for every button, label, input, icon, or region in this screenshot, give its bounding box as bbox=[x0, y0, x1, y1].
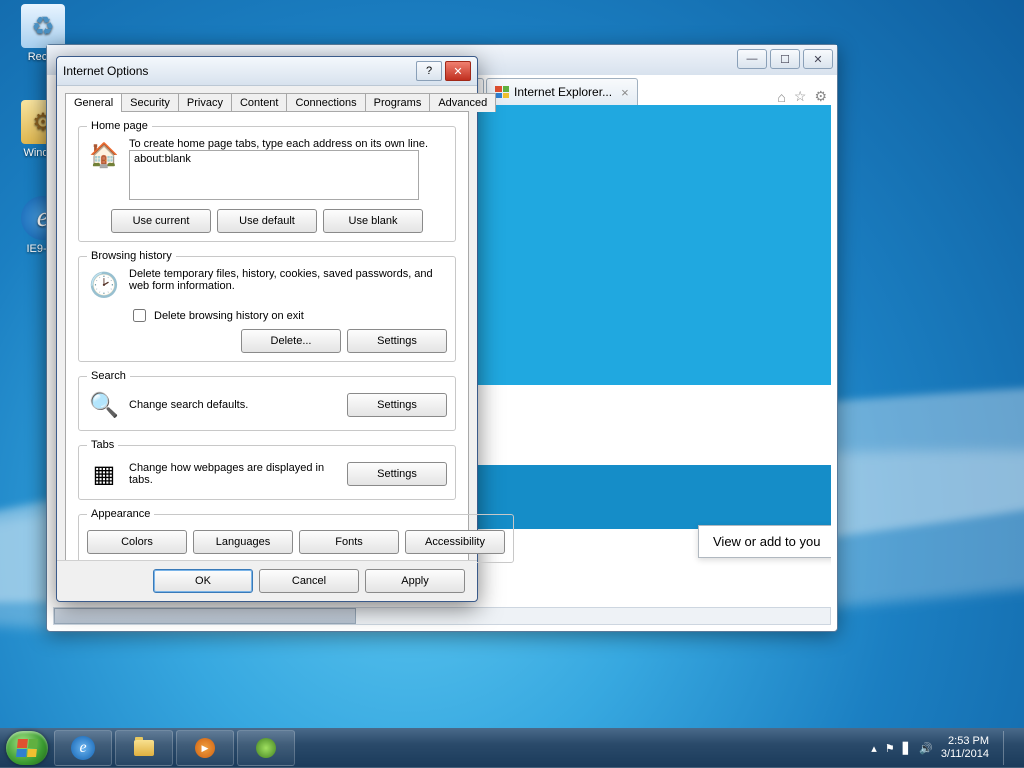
battery-icon[interactable]: ▋ bbox=[903, 742, 911, 755]
recycle-bin-icon bbox=[21, 4, 65, 48]
callout-view-add[interactable]: View or add to you bbox=[698, 525, 831, 558]
windows-logo-icon bbox=[16, 739, 38, 757]
legend-appearance: Appearance bbox=[87, 508, 154, 520]
group-appearance: Appearance Colors Languages Fonts Access… bbox=[78, 508, 514, 563]
taskbar-explorer[interactable] bbox=[115, 730, 173, 766]
start-button[interactable] bbox=[6, 731, 48, 765]
history-settings-button[interactable]: Settings bbox=[347, 329, 447, 353]
history-hint: Delete temporary files, history, cookies… bbox=[129, 268, 447, 292]
volume-icon[interactable]: 🔊 bbox=[919, 742, 933, 755]
tab-close-icon[interactable]: × bbox=[621, 85, 629, 100]
tab-privacy[interactable]: Privacy bbox=[178, 93, 232, 112]
home-page-hint: To create home page tabs, type each addr… bbox=[129, 138, 447, 150]
use-current-button[interactable]: Use current bbox=[111, 209, 211, 233]
dialog-titlebar[interactable]: Internet Options ? ✕ bbox=[57, 57, 477, 86]
home-icon[interactable]: ⌂ bbox=[777, 89, 785, 105]
delete-history-button[interactable]: Delete... bbox=[241, 329, 341, 353]
tab-security[interactable]: Security bbox=[121, 93, 179, 112]
tray-chevron-icon[interactable]: ▴ bbox=[871, 742, 877, 755]
use-default-button[interactable]: Use default bbox=[217, 209, 317, 233]
delete-on-exit-checkbox[interactable]: Delete browsing history on exit bbox=[129, 306, 447, 325]
tab-label: Internet Explorer... bbox=[514, 85, 612, 99]
group-search: Search 🔍 Change search defaults. Setting… bbox=[78, 370, 456, 431]
media-player-icon bbox=[195, 738, 215, 758]
horizontal-scrollbar[interactable] bbox=[53, 607, 831, 625]
group-home-page: Home page 🏠 To create home page tabs, ty… bbox=[78, 120, 456, 242]
tab-connections[interactable]: Connections bbox=[286, 93, 365, 112]
ok-button[interactable]: OK bbox=[153, 569, 253, 593]
tab-general[interactable]: General bbox=[65, 93, 122, 112]
legend-tabs: Tabs bbox=[87, 439, 118, 451]
close-button[interactable]: ✕ bbox=[445, 61, 471, 81]
tabs-hint: Change how webpages are displayed in tab… bbox=[129, 462, 339, 486]
tab-advanced[interactable]: Advanced bbox=[429, 93, 496, 112]
legend-home-page: Home page bbox=[87, 120, 152, 132]
show-desktop-button[interactable] bbox=[1003, 731, 1014, 765]
windows-icon bbox=[495, 86, 509, 98]
minimize-button[interactable]: — bbox=[737, 49, 767, 69]
taskbar-app[interactable] bbox=[237, 730, 295, 766]
tab-programs[interactable]: Programs bbox=[365, 93, 431, 112]
cancel-button[interactable]: Cancel bbox=[259, 569, 359, 593]
apply-button[interactable]: Apply bbox=[365, 569, 465, 593]
home-icon: 🏠 bbox=[87, 138, 121, 172]
languages-button[interactable]: Languages bbox=[193, 530, 293, 554]
dialog-tab-body: Home page 🏠 To create home page tabs, ty… bbox=[65, 111, 469, 573]
search-icon: 🔍 bbox=[87, 388, 121, 422]
search-hint: Change search defaults. bbox=[129, 399, 339, 411]
scrollbar-thumb[interactable] bbox=[54, 608, 356, 624]
internet-options-dialog: Internet Options ? ✕ General Security Pr… bbox=[56, 56, 478, 602]
dialog-title: Internet Options bbox=[63, 64, 413, 78]
legend-search: Search bbox=[87, 370, 130, 382]
legend-browsing-history: Browsing history bbox=[87, 250, 176, 262]
taskbar-media-player[interactable] bbox=[176, 730, 234, 766]
taskbar-ie[interactable]: e bbox=[54, 730, 112, 766]
favorites-icon[interactable]: ☆ bbox=[794, 88, 807, 105]
tabs-icon: ▦ bbox=[87, 457, 121, 491]
dialog-footer: OK Cancel Apply bbox=[57, 560, 477, 601]
history-icon: 🕑 bbox=[87, 268, 121, 302]
colors-button[interactable]: Colors bbox=[87, 530, 187, 554]
taskbar-clock[interactable]: 2:53 PM 3/11/2014 bbox=[941, 735, 989, 761]
dialog-tabs: General Security Privacy Content Connect… bbox=[57, 86, 477, 111]
action-center-icon[interactable]: ⚑ bbox=[885, 742, 895, 755]
group-tabs: Tabs ▦ Change how webpages are displayed… bbox=[78, 439, 456, 500]
tools-icon[interactable]: ⚙ bbox=[814, 88, 827, 105]
maximize-button[interactable]: ☐ bbox=[770, 49, 800, 69]
clock-date: 3/11/2014 bbox=[941, 748, 989, 761]
tabs-settings-button[interactable]: Settings bbox=[347, 462, 447, 486]
help-button[interactable]: ? bbox=[416, 61, 442, 81]
folder-icon bbox=[134, 740, 154, 756]
browser-tab[interactable]: Internet Explorer... × bbox=[486, 78, 638, 105]
accessibility-button[interactable]: Accessibility bbox=[405, 530, 505, 554]
taskbar: e ▴ ⚑ ▋ 🔊 2:53 PM 3/11/2014 bbox=[0, 728, 1024, 768]
search-settings-button[interactable]: Settings bbox=[347, 393, 447, 417]
group-browsing-history: Browsing history 🕑 Delete temporary file… bbox=[78, 250, 456, 362]
home-page-input[interactable]: about:blank bbox=[129, 150, 419, 200]
system-tray: ▴ ⚑ ▋ 🔊 2:53 PM 3/11/2014 bbox=[871, 731, 1018, 765]
app-icon bbox=[256, 738, 276, 758]
close-button[interactable]: ✕ bbox=[803, 49, 833, 69]
use-blank-button[interactable]: Use blank bbox=[323, 209, 423, 233]
tab-content[interactable]: Content bbox=[231, 93, 288, 112]
fonts-button[interactable]: Fonts bbox=[299, 530, 399, 554]
clock-time: 2:53 PM bbox=[941, 735, 989, 748]
